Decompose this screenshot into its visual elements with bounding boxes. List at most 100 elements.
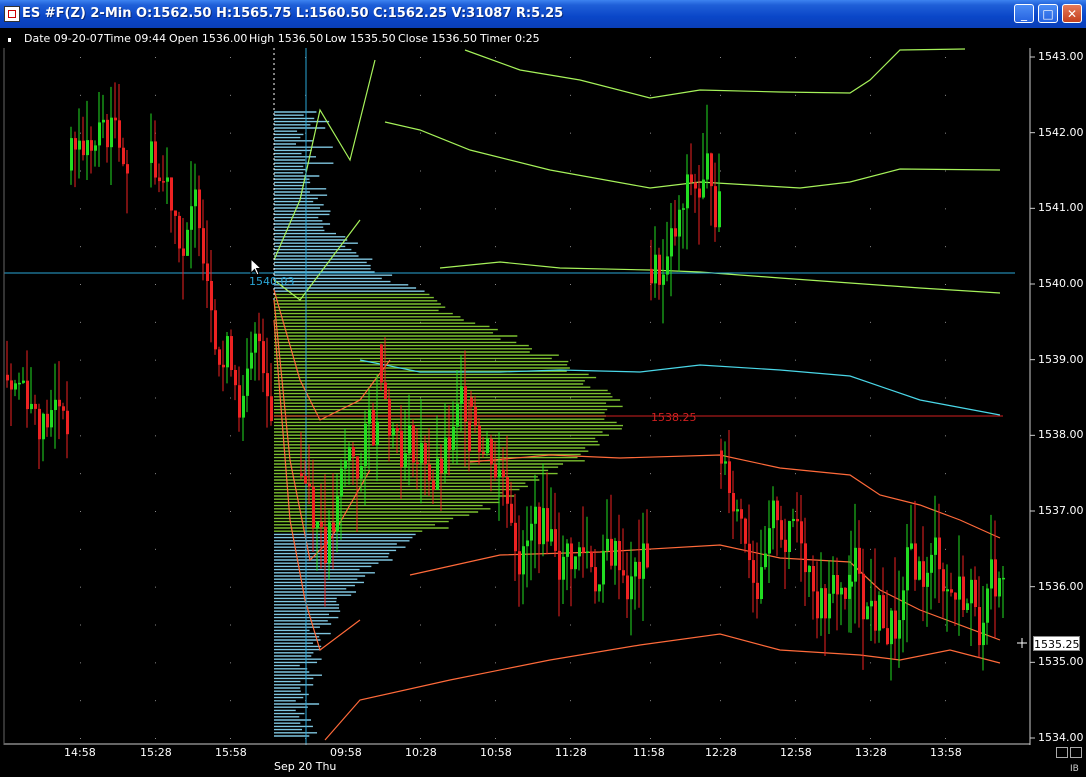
grid-dot	[795, 548, 796, 550]
price-chart[interactable]	[0, 0, 1086, 777]
candle-body	[254, 333, 257, 353]
candle-body	[850, 581, 853, 587]
candle-body	[166, 177, 169, 182]
candle-body	[498, 469, 501, 478]
grid-dot	[650, 662, 651, 664]
time-tick-label: 09:58	[330, 746, 362, 759]
candle-body	[926, 572, 929, 587]
candle-body	[910, 543, 913, 549]
candle-body	[922, 561, 925, 587]
grid-dot	[650, 738, 651, 739]
zoom-box-button-2[interactable]	[1070, 747, 1082, 758]
candle-body	[678, 209, 681, 237]
grid-dot	[420, 208, 421, 210]
candle-body	[14, 383, 17, 390]
candle-body	[706, 153, 709, 180]
candle-body	[416, 462, 419, 464]
candle-body	[400, 430, 403, 468]
grid-dot	[650, 321, 651, 323]
price-tick-label: 1535.00	[1038, 655, 1084, 669]
candle-body	[332, 522, 335, 532]
candle-body	[42, 413, 45, 440]
grid-dot	[870, 321, 871, 323]
grid-dot	[155, 586, 156, 588]
grid-dot	[795, 246, 796, 248]
price-tick-label: 1534.00	[1038, 731, 1084, 744]
candle-body	[986, 588, 989, 623]
candle-body	[424, 443, 427, 465]
vwap-label: 1538.25	[651, 411, 697, 424]
grid-dot	[420, 132, 421, 134]
candle-body	[186, 229, 189, 256]
grid-dot	[420, 170, 421, 172]
candle-body	[250, 352, 253, 369]
time-tick-label: 15:28	[140, 746, 172, 759]
grid-dot	[870, 700, 871, 702]
grid-dot	[495, 57, 496, 58]
candle-body	[938, 537, 941, 570]
candle-body	[162, 181, 165, 183]
candle-body	[428, 464, 431, 481]
grid-dot	[495, 586, 496, 588]
candle-body	[316, 521, 319, 528]
grid-dot	[495, 246, 496, 248]
grid-dot	[570, 624, 571, 626]
candle-body	[348, 447, 351, 461]
grid-dot	[795, 321, 796, 323]
grid-dot	[945, 738, 946, 739]
candle-body	[718, 191, 721, 228]
candle-body	[866, 606, 869, 620]
grid-dot	[650, 700, 651, 702]
grid-dot	[720, 284, 721, 285]
candle-body	[210, 280, 213, 311]
candle-body	[106, 119, 109, 148]
candle-body	[764, 553, 767, 568]
candle-body	[562, 556, 565, 580]
grid-dot	[795, 473, 796, 475]
candle-body	[824, 588, 827, 619]
grid-dot	[230, 397, 231, 399]
candle-body	[732, 492, 735, 512]
candle-body	[800, 521, 803, 544]
candle-body	[768, 528, 771, 554]
grid-dot	[495, 321, 496, 323]
grid-dot	[80, 511, 81, 512]
candle-body	[646, 543, 649, 568]
grid-dot	[945, 397, 946, 399]
candle-body	[602, 550, 605, 585]
grid-dot	[495, 548, 496, 550]
candle-body	[384, 382, 387, 399]
grid-dot	[720, 170, 721, 172]
grid-dot	[945, 170, 946, 172]
time-tick-label: 11:28	[555, 746, 587, 759]
candle-body	[206, 263, 209, 281]
candle-body	[538, 506, 541, 545]
zoom-box-button[interactable]	[1056, 747, 1068, 758]
price-tick-label: 1538.00	[1038, 428, 1084, 442]
grid-dot	[570, 170, 571, 172]
candle-body	[10, 380, 13, 390]
candle-body	[966, 603, 969, 610]
grid-dot	[570, 284, 571, 285]
grid-dot	[230, 94, 231, 96]
candle-body	[610, 538, 613, 566]
grid-dot	[495, 284, 496, 285]
grid-dot	[495, 94, 496, 96]
candle-body	[844, 587, 847, 599]
time-tick-label: 13:28	[855, 746, 887, 759]
candle-body	[902, 590, 905, 621]
candle-body	[420, 443, 423, 463]
grid-dot	[720, 57, 721, 58]
candle-body	[990, 559, 993, 589]
grid-dot	[80, 586, 81, 588]
candle-body	[914, 543, 917, 580]
time-tick-label: 15:58	[215, 746, 247, 759]
grid-dot	[945, 94, 946, 96]
candle-body	[886, 628, 889, 645]
grid-dot	[945, 435, 946, 437]
grid-dot	[420, 548, 421, 550]
candle-body	[300, 473, 303, 476]
candle-body	[546, 508, 549, 542]
candle-body	[320, 521, 323, 527]
candle-body	[474, 406, 477, 426]
